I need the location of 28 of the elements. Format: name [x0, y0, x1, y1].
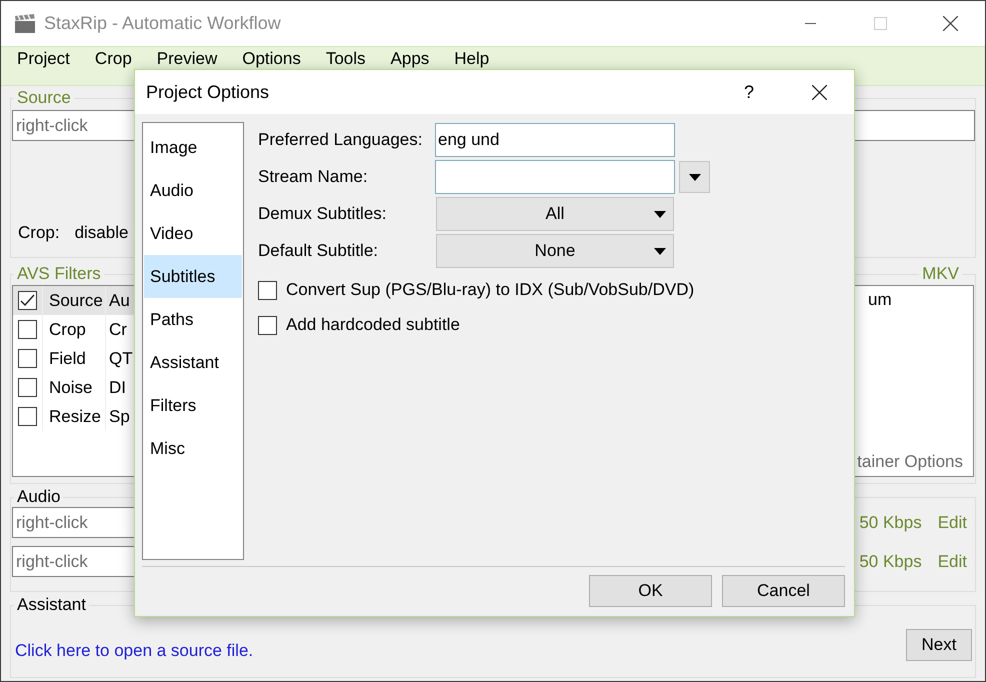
filter-value: Sp	[109, 406, 130, 426]
group-label: Audio	[16, 487, 62, 507]
group-label: Assistant	[16, 595, 87, 615]
crop-value: disable	[74, 223, 128, 243]
bitrate-label: 50 Kbps	[859, 552, 922, 572]
filter-name: Source	[49, 290, 103, 310]
setting-label: Default Subtitle:	[258, 241, 380, 261]
group-label: MKV	[921, 264, 960, 284]
filter-value: Cr	[109, 320, 127, 340]
group-label: AVS Filters	[16, 264, 102, 284]
filter-name: Crop	[49, 320, 86, 340]
checkbox-label: Add hardcoded subtitle	[286, 315, 460, 335]
setting-label: Stream Name:	[258, 167, 369, 187]
filter-name: Field	[49, 348, 86, 368]
checkbox-label: Convert Sup (PGS/Blu-ray) to IDX (Sub/VobSub/DVD)	[286, 280, 694, 300]
filter-value: QT	[109, 348, 133, 368]
setting-label: Preferred Languages:	[258, 130, 424, 150]
crop-label: Crop:	[18, 223, 60, 243]
setting-label: Demux Subtitles:	[258, 204, 388, 224]
window-title: StaxRip - Automatic Workflow	[44, 13, 282, 34]
group-label: Source	[16, 88, 72, 108]
filter-name: Noise	[49, 378, 92, 398]
filter-value: Au	[109, 290, 130, 310]
filter-name: Resize	[49, 406, 101, 426]
bitrate-label: 50 Kbps	[859, 512, 922, 532]
filter-value: DI	[109, 378, 126, 398]
dialog-title: Project Options	[146, 82, 270, 102]
container-item: um	[868, 290, 892, 310]
